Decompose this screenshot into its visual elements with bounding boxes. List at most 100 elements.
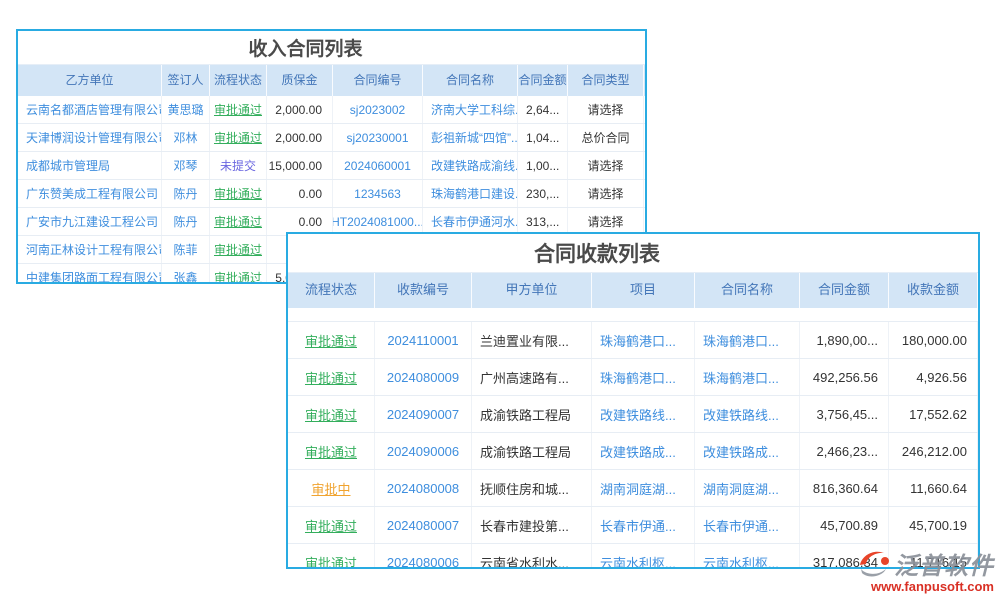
header-cell-party-b: 乙方单位 xyxy=(18,65,162,96)
receipt-table-scroll-gap xyxy=(288,308,978,322)
cell-project[interactable]: 珠海鹤港口... xyxy=(592,359,695,395)
cell-party-a: 成渝铁路工程局 xyxy=(472,396,592,432)
contract-receipt-list-window: 合同收款列表 流程状态收款编号甲方单位项目合同名称合同金额收款金额 审批通过20… xyxy=(286,232,980,569)
receipt-table-header: 流程状态收款编号甲方单位项目合同名称合同金额收款金额 xyxy=(288,272,978,308)
cell-signer[interactable]: 陈丹 xyxy=(162,208,210,235)
cell-party-a: 云南省水利水... xyxy=(472,544,592,569)
cell-project[interactable]: 改建铁路成... xyxy=(592,433,695,469)
cell-contract-no[interactable]: sj20230001 xyxy=(333,124,423,151)
cell-receipt-no[interactable]: 2024090007 xyxy=(375,396,472,432)
header-cell-receipt-amount: 收款金额 xyxy=(889,273,978,308)
cell-project[interactable]: 长春市伊通... xyxy=(592,507,695,543)
cell-contract-name[interactable]: 云南水利枢... xyxy=(695,544,800,569)
cell-contract-name[interactable]: 济南大学工科综... xyxy=(423,96,518,123)
cell-party-a: 广州高速路有... xyxy=(472,359,592,395)
cell-party-a: 抚顺住房和城... xyxy=(472,470,592,506)
cell-receipt-amount: 4,926.56 xyxy=(889,359,978,395)
cell-contract-amount: 230,... xyxy=(518,180,568,207)
cell-status[interactable]: 审批中 xyxy=(288,470,375,506)
cell-contract-no[interactable]: sj2023002 xyxy=(333,96,423,123)
cell-party-b[interactable]: 成都城市管理局 xyxy=(18,152,162,179)
header-cell-contract-name: 合同名称 xyxy=(423,65,518,96)
cell-status[interactable]: 审批通过 xyxy=(288,322,375,358)
cell-party-b[interactable]: 中建集团路面工程有限公司 xyxy=(18,264,162,284)
cell-signer[interactable]: 陈菲 xyxy=(162,236,210,263)
cell-party-b[interactable]: 云南名都酒店管理有限公司 xyxy=(18,96,162,123)
cell-signer[interactable]: 黄思璐 xyxy=(162,96,210,123)
watermark-url: www.fanpusoft.com xyxy=(844,579,994,594)
cell-contract-name[interactable]: 珠海鹤港口... xyxy=(695,359,800,395)
cell-receipt-amount: 11,660.64 xyxy=(889,470,978,506)
cell-receipt-amount: 180,000.00 xyxy=(889,322,978,358)
table-row: 广东赞美成工程有限公司陈丹审批通过0.001234563珠海鹤港口建设...23… xyxy=(18,180,645,208)
cell-receipt-no[interactable]: 2024080007 xyxy=(375,507,472,543)
cell-party-b[interactable]: 广东赞美成工程有限公司 xyxy=(18,180,162,207)
cell-signer[interactable]: 邓林 xyxy=(162,124,210,151)
cell-contract-amount: 816,360.64 xyxy=(800,470,889,506)
cell-contract-no[interactable]: 1234563 xyxy=(333,180,423,207)
cell-contract-type[interactable]: 请选择 xyxy=(568,96,644,123)
cell-status[interactable]: 审批通过 xyxy=(288,507,375,543)
cell-receipt-amount: 45,700.19 xyxy=(889,507,978,543)
cell-contract-name[interactable]: 改建铁路成... xyxy=(695,433,800,469)
cell-contract-amount: 45,700.89 xyxy=(800,507,889,543)
cell-signer[interactable]: 邓琴 xyxy=(162,152,210,179)
table-row: 审批通过2024090006成渝铁路工程局改建铁路成...改建铁路成...2,4… xyxy=(288,433,978,470)
cell-status[interactable]: 审批通过 xyxy=(210,264,267,284)
cell-party-a: 长春市建投第... xyxy=(472,507,592,543)
cell-signer[interactable]: 张鑫 xyxy=(162,264,210,284)
header-cell-signer: 签订人 xyxy=(162,65,210,96)
cell-project[interactable]: 改建铁路线... xyxy=(592,396,695,432)
cell-contract-name[interactable]: 湖南洞庭湖... xyxy=(695,470,800,506)
cell-status[interactable]: 未提交 xyxy=(210,152,267,179)
cell-contract-amount: 313,... xyxy=(518,208,568,235)
cell-status[interactable]: 审批通过 xyxy=(210,124,267,151)
cell-receipt-no[interactable]: 2024080009 xyxy=(375,359,472,395)
cell-party-b[interactable]: 天津博润设计管理有限公司 xyxy=(18,124,162,151)
cell-contract-type[interactable]: 请选择 xyxy=(568,208,644,235)
header-cell-project: 项目 xyxy=(592,273,695,308)
cell-status[interactable]: 审批通过 xyxy=(210,236,267,263)
cell-status[interactable]: 审批通过 xyxy=(210,180,267,207)
cell-status[interactable]: 审批通过 xyxy=(288,433,375,469)
cell-status[interactable]: 审批通过 xyxy=(288,396,375,432)
receipt-window-title: 合同收款列表 xyxy=(288,234,978,272)
cell-party-b[interactable]: 河南正林设计工程有限公司 xyxy=(18,236,162,263)
cell-receipt-no[interactable]: 2024080008 xyxy=(375,470,472,506)
cell-contract-amount: 2,466,23... xyxy=(800,433,889,469)
cell-contract-name[interactable]: 改建铁路成渝线... xyxy=(423,152,518,179)
cell-receipt-no[interactable]: 2024090006 xyxy=(375,433,472,469)
cell-contract-no[interactable]: HT2024081000... xyxy=(333,208,423,235)
cell-project[interactable]: 珠海鹤港口... xyxy=(592,322,695,358)
header-cell-status: 流程状态 xyxy=(288,273,375,308)
cell-contract-name[interactable]: 彭祖新城“四馆”... xyxy=(423,124,518,151)
cell-status[interactable]: 审批通过 xyxy=(210,96,267,123)
header-cell-receipt-no: 收款编号 xyxy=(375,273,472,308)
cell-contract-name[interactable]: 珠海鹤港口... xyxy=(695,322,800,358)
income-window-title: 收入合同列表 xyxy=(18,31,645,64)
cell-contract-amount: 2,64... xyxy=(518,96,568,123)
cell-project[interactable]: 云南水利枢... xyxy=(592,544,695,569)
cell-contract-amount: 1,04... xyxy=(518,124,568,151)
cell-contract-no[interactable]: 2024060001 xyxy=(333,152,423,179)
cell-retention: 2,000.00 xyxy=(267,96,333,123)
cell-status[interactable]: 审批通过 xyxy=(288,544,375,569)
cell-party-b[interactable]: 广安市九江建设工程公司 xyxy=(18,208,162,235)
cell-status[interactable]: 审批通过 xyxy=(210,208,267,235)
cell-receipt-amount: 246,212.00 xyxy=(889,433,978,469)
header-cell-status: 流程状态 xyxy=(210,65,267,96)
cell-contract-name[interactable]: 长春市伊通河水... xyxy=(423,208,518,235)
cell-contract-name[interactable]: 改建铁路线... xyxy=(695,396,800,432)
cell-signer[interactable]: 陈丹 xyxy=(162,180,210,207)
header-cell-contract-type: 合同类型 xyxy=(568,65,644,96)
cell-contract-type[interactable]: 请选择 xyxy=(568,180,644,207)
cell-receipt-no[interactable]: 2024110001 xyxy=(375,322,472,358)
cell-contract-type[interactable]: 总价合同 xyxy=(568,124,644,151)
cell-status[interactable]: 审批通过 xyxy=(288,359,375,395)
cell-contract-type[interactable]: 请选择 xyxy=(568,152,644,179)
table-row: 成都城市管理局邓琴未提交15,000.002024060001改建铁路成渝线..… xyxy=(18,152,645,180)
cell-receipt-no[interactable]: 2024080006 xyxy=(375,544,472,569)
cell-contract-name[interactable]: 珠海鹤港口建设... xyxy=(423,180,518,207)
cell-contract-name[interactable]: 长春市伊通... xyxy=(695,507,800,543)
cell-project[interactable]: 湖南洞庭湖... xyxy=(592,470,695,506)
